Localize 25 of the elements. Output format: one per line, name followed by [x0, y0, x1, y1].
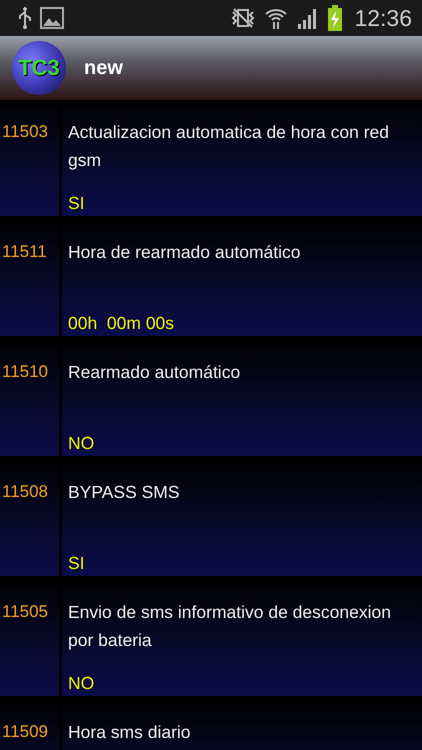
- setting-title: Hora sms diario: [68, 721, 192, 744]
- setting-title: Envio de sms informativo de desconexion por bateria: [68, 601, 392, 652]
- setting-title: Hora de rearmado automático: [68, 241, 302, 264]
- vibrate-mute-icon: [230, 7, 256, 29]
- setting-value: SI: [68, 193, 86, 214]
- screen-title: new: [84, 56, 123, 80]
- image-icon: [40, 7, 64, 29]
- app-logo: TC3: [12, 41, 66, 95]
- battery-charging-icon: [328, 5, 342, 31]
- setting-code: 11505: [1, 602, 50, 622]
- setting-title: BYPASS SMS: [68, 481, 181, 504]
- setting-code: 11511: [1, 242, 48, 262]
- setting-code: 11509: [1, 722, 50, 742]
- wifi-icon: [264, 6, 288, 30]
- setting-value: NO: [68, 673, 96, 694]
- setting-code: 11503: [1, 122, 50, 142]
- setting-value: SI: [68, 553, 86, 574]
- status-time: 12:36: [354, 4, 412, 32]
- usb-icon: [18, 6, 32, 30]
- setting-code: 11510: [1, 362, 50, 382]
- setting-title: Actualizacion automatica de hora con red gsm: [68, 121, 390, 172]
- setting-value: NO: [68, 433, 96, 454]
- setting-code: 11508: [1, 482, 50, 502]
- setting-title: Rearmado automático: [68, 361, 242, 384]
- setting-value: 00h 00m 00s: [68, 313, 176, 334]
